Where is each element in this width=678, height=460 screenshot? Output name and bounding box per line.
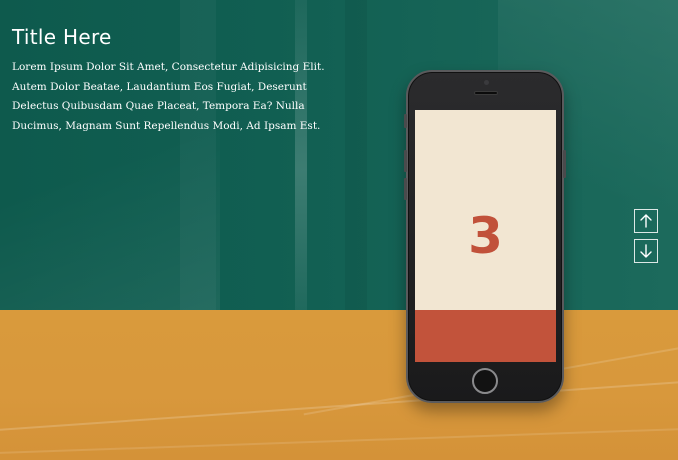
road-line	[0, 378, 678, 434]
phone-mockup: 3	[404, 70, 566, 403]
phone-screen: 3	[415, 110, 556, 362]
hero-section: Title Here Lorem Ipsum Dolor Sit Amet, C…	[0, 0, 678, 460]
page-description: Lorem Ipsum Dolor Sit Amet, Consectetur …	[12, 61, 325, 132]
scroll-down-button[interactable]	[634, 239, 658, 263]
phone-side-button	[563, 150, 566, 178]
arrow-up-icon	[640, 214, 652, 228]
bottom-background	[0, 310, 678, 460]
arrow-down-icon	[640, 244, 652, 258]
background-shade	[0, 120, 220, 310]
page-title: Title Here	[12, 25, 112, 49]
phone-side-button	[404, 178, 407, 200]
phone-side-button	[404, 150, 407, 172]
background-streak	[345, 0, 367, 310]
scroll-up-button[interactable]	[634, 209, 658, 233]
road-line	[0, 426, 678, 456]
home-button	[472, 368, 498, 394]
camera-icon	[484, 80, 489, 85]
slide-number: 3	[468, 207, 503, 265]
speaker-grille	[474, 91, 498, 95]
screen-accent-bar	[415, 310, 556, 362]
phone-side-button	[404, 114, 407, 128]
background-streak	[295, 0, 307, 310]
